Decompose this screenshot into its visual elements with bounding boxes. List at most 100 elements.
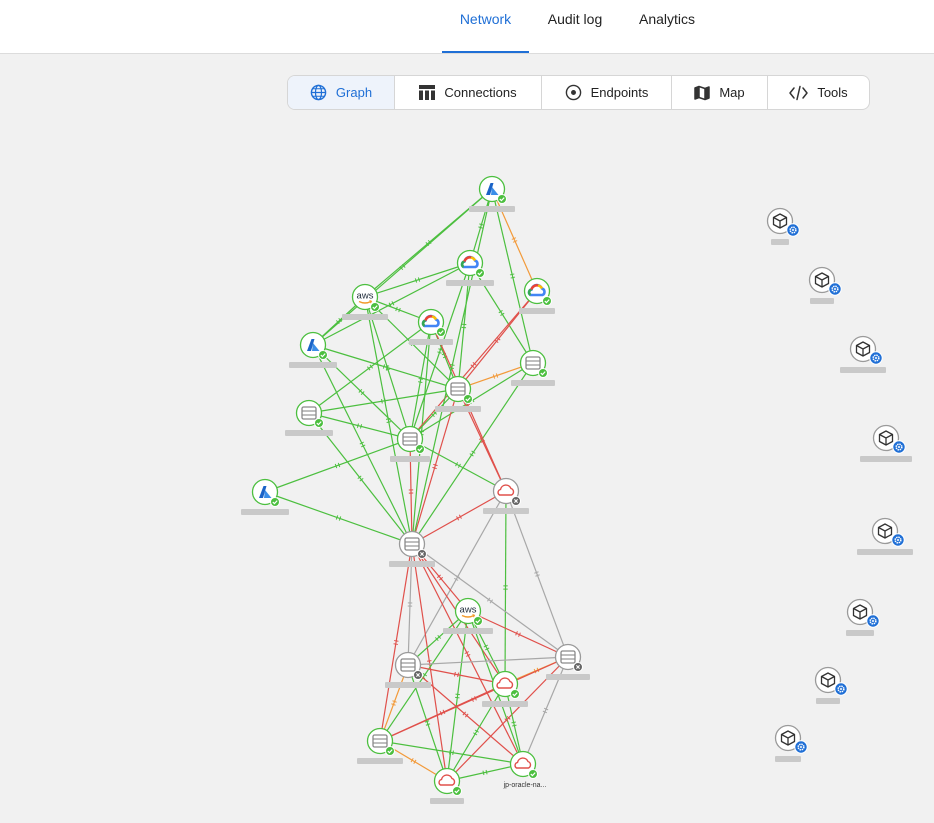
edge-tick — [414, 278, 418, 283]
node-label-redacted — [469, 206, 515, 212]
edge-tick — [386, 421, 392, 423]
node-external[interactable] — [857, 517, 913, 556]
node-label-redacted — [771, 239, 789, 245]
node-label-redacted — [810, 298, 834, 304]
edge-tick — [427, 660, 432, 662]
edge-tick — [511, 721, 516, 724]
node-label-redacted — [546, 674, 590, 680]
node-label-redacted — [390, 456, 430, 462]
connection-edge[interactable] — [411, 188, 493, 545]
edge-tick — [417, 277, 421, 282]
edge-tick — [335, 515, 339, 520]
edge-tick — [391, 703, 396, 706]
network-graph[interactable]: aws jp-oracle-na... — [0, 0, 934, 823]
edge-tick — [482, 770, 485, 776]
node-external[interactable] — [808, 266, 842, 305]
edge-tick — [393, 643, 398, 645]
status-ok-icon — [385, 746, 395, 756]
node-layer: jp-oracle-na... — [241, 175, 913, 804]
status-ok-icon — [473, 616, 483, 626]
node-label-redacted — [435, 406, 481, 412]
node-label-redacted — [519, 308, 555, 314]
edge-tick — [384, 398, 386, 403]
status-ok-icon — [510, 689, 520, 699]
connection-edge[interactable] — [411, 362, 534, 545]
node-label-redacted — [482, 701, 528, 707]
node-server[interactable] — [285, 399, 333, 437]
edge-layer — [264, 188, 569, 782]
node-cloud[interactable] — [483, 477, 529, 515]
status-ok-icon — [538, 368, 548, 378]
node-server[interactable] — [389, 530, 435, 568]
edge-tick — [382, 364, 386, 369]
node-azure[interactable] — [241, 478, 289, 516]
node-label-redacted — [840, 367, 886, 373]
edge-tick — [455, 693, 460, 696]
edge-tick — [457, 672, 459, 678]
edge-tick — [479, 223, 484, 226]
status-ok-icon — [542, 296, 552, 306]
edge-tick — [510, 276, 516, 279]
edge-tick — [492, 374, 496, 379]
edge-tick — [432, 466, 437, 470]
connection-edge[interactable] — [411, 490, 507, 545]
node-external[interactable] — [840, 335, 886, 374]
node-label-redacted — [511, 380, 555, 386]
edge-tick — [485, 769, 488, 775]
gear-icon — [869, 351, 883, 365]
status-ok-icon — [497, 194, 507, 204]
node-label-redacted — [357, 758, 403, 764]
aws-icon — [355, 289, 375, 304]
node-azure[interactable] — [469, 175, 515, 213]
node-external[interactable] — [860, 424, 912, 463]
status-error-icon — [413, 670, 423, 680]
node-external[interactable] — [846, 598, 880, 637]
connection-edge[interactable] — [264, 438, 411, 493]
node-gcp[interactable] — [409, 308, 453, 346]
edge-tick — [452, 750, 454, 756]
node-gcp[interactable] — [519, 277, 555, 315]
gear-icon — [794, 740, 808, 754]
node-label-redacted — [443, 628, 493, 634]
node-cloud[interactable]: jp-oracle-na... — [503, 750, 547, 790]
edge-tick — [433, 463, 438, 467]
node-external[interactable] — [814, 666, 848, 705]
status-ok-icon — [370, 302, 380, 312]
edge-tick — [381, 399, 383, 404]
node-label-redacted — [385, 682, 431, 688]
status-ok-icon — [270, 497, 280, 507]
node-aws[interactable] — [443, 597, 493, 635]
edge-tick — [455, 696, 460, 699]
connection-edge[interactable] — [457, 388, 507, 492]
node-label-redacted — [860, 456, 912, 462]
node-label-redacted — [446, 280, 494, 286]
edge-tick — [495, 373, 499, 378]
node-aws[interactable] — [342, 283, 388, 321]
gear-icon — [866, 614, 880, 628]
node-external[interactable] — [766, 207, 800, 246]
node-label-redacted — [342, 314, 388, 320]
connection-edge[interactable] — [409, 438, 413, 545]
aws-icon — [458, 603, 478, 618]
edge-tick — [425, 723, 431, 726]
node-label-redacted — [846, 630, 874, 636]
status-error-icon — [511, 496, 521, 506]
status-ok-icon — [463, 394, 473, 404]
connection-edge[interactable] — [379, 543, 413, 742]
edge-tick — [338, 516, 342, 521]
edge-tick — [356, 423, 359, 428]
connection-edge[interactable] — [491, 188, 538, 292]
node-server[interactable] — [435, 375, 481, 413]
status-ok-icon — [318, 350, 328, 360]
node-label-redacted — [241, 509, 289, 515]
node-label-redacted — [289, 362, 337, 368]
node-label-redacted — [409, 339, 453, 345]
gear-icon — [892, 440, 906, 454]
connection-edge[interactable] — [364, 296, 413, 545]
status-ok-icon — [528, 769, 538, 779]
edge-tick — [334, 463, 338, 469]
connection-edge[interactable] — [504, 490, 507, 685]
node-external[interactable] — [774, 724, 808, 763]
status-ok-icon — [452, 786, 462, 796]
edge-tick — [337, 462, 341, 468]
